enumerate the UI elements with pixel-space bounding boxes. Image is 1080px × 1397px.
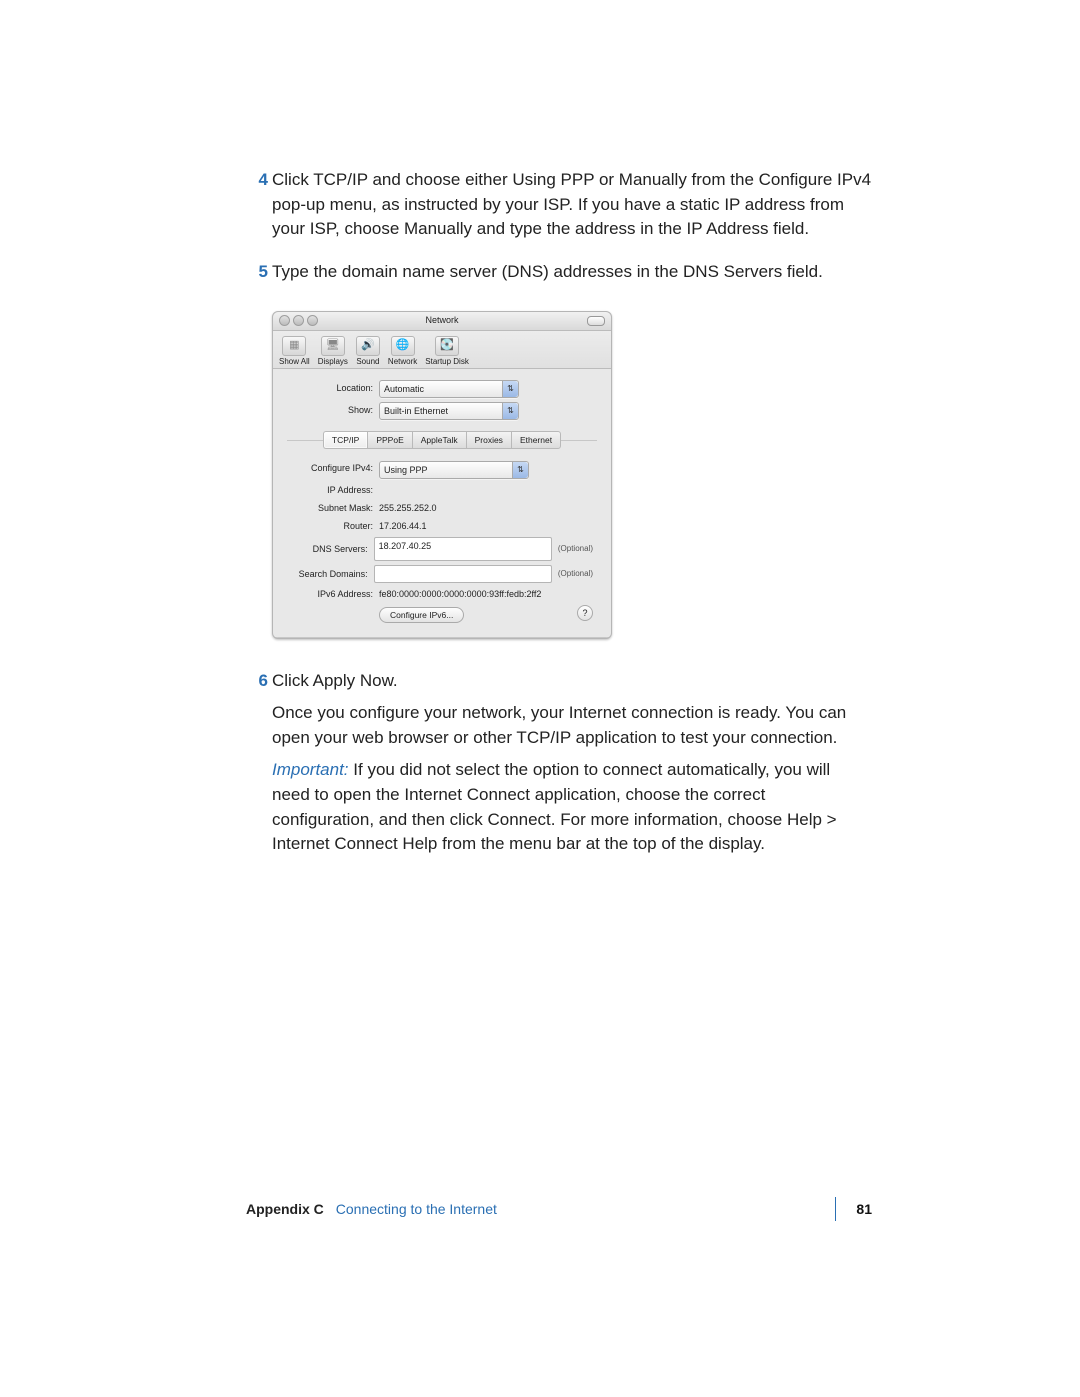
chevron-updown-icon: ⇅	[502, 403, 518, 419]
display-icon: 🖥	[321, 336, 345, 356]
step-body: Type the domain name server (DNS) addres…	[272, 260, 872, 293]
show-label: Show:	[273, 404, 379, 417]
step-text: Click Apply Now.	[272, 669, 872, 694]
configure-ipv4-select[interactable]: Using PPP ⇅	[379, 461, 529, 479]
step-4: 4 Click TCP/IP and choose either Using P…	[246, 168, 872, 250]
configure-ipv4-value: Using PPP	[384, 465, 428, 475]
tab-tcpip[interactable]: TCP/IP	[323, 431, 367, 449]
toolbar-label: Sound	[356, 356, 379, 368]
window-title: Network	[273, 314, 611, 327]
window-toolbar: ▦ Show All 🖥 Displays 🔊 Sound 🌐 Network …	[273, 331, 611, 369]
step-5: 5 Type the domain name server (DNS) addr…	[246, 260, 872, 293]
step-text: Type the domain name server (DNS) addres…	[272, 260, 872, 285]
show-value: Built-in Ethernet	[384, 406, 448, 416]
dns-servers-input[interactable]: 18.207.40.25	[374, 537, 552, 561]
window-body: Location: Automatic ⇅ Show: Built-in Eth…	[273, 369, 611, 639]
ipv6-address-value: fe80:0000:0000:0000:0000:93ff:fedb:2ff2	[379, 587, 541, 601]
page-footer: Appendix C Connecting to the Internet 81	[246, 1197, 872, 1221]
toolbar-label: Show All	[279, 356, 310, 368]
ip-address-label: IP Address:	[291, 483, 379, 497]
toolbar-displays[interactable]: 🖥 Displays	[318, 336, 348, 368]
grid-icon: ▦	[282, 336, 306, 356]
network-window: Network ▦ Show All 🖥 Displays 🔊 Sound 🌐 …	[272, 311, 612, 639]
optional-label: (Optional)	[552, 568, 593, 580]
toolbar-label: Displays	[318, 356, 348, 368]
ipv6-address-label: IPv6 Address:	[291, 587, 379, 601]
search-domains-input[interactable]	[374, 565, 552, 583]
page-number: 81	[835, 1197, 872, 1221]
toolbar-pill-icon[interactable]	[587, 316, 605, 326]
toolbar-sound[interactable]: 🔊 Sound	[356, 336, 380, 368]
show-select[interactable]: Built-in Ethernet ⇅	[379, 402, 519, 420]
tab-appletalk[interactable]: AppleTalk	[412, 431, 466, 449]
toolbar-label: Startup Disk	[425, 356, 469, 368]
location-value: Automatic	[384, 384, 424, 394]
toolbar-show-all[interactable]: ▦ Show All	[279, 336, 310, 368]
chevron-updown-icon: ⇅	[502, 381, 518, 397]
step-paragraph: Once you configure your network, your In…	[272, 701, 872, 750]
speaker-icon: 🔊	[356, 336, 380, 356]
toolbar-label: Network	[388, 356, 417, 368]
configure-ipv6-button[interactable]: Configure IPv6...	[379, 607, 464, 623]
dns-servers-label: DNS Servers:	[291, 542, 374, 556]
step-number: 5	[246, 260, 272, 293]
tcpip-panel: Configure IPv4: Using PPP ⇅ IP Address: …	[273, 455, 611, 631]
step-number: 4	[246, 168, 272, 250]
toolbar-network[interactable]: 🌐 Network	[388, 336, 417, 368]
help-icon[interactable]: ?	[577, 605, 593, 621]
step-body: Click TCP/IP and choose either Using PPP…	[272, 168, 872, 250]
appendix-label: Appendix C	[246, 1199, 324, 1219]
step-number: 6	[246, 669, 272, 865]
router-label: Router:	[291, 519, 379, 533]
subnet-mask-value: 255.255.252.0	[379, 501, 437, 515]
globe-icon: 🌐	[391, 336, 415, 356]
step-text: Click TCP/IP and choose either Using PPP…	[272, 168, 872, 242]
dns-servers-value: 18.207.40.25	[379, 541, 432, 551]
tab-pppoe[interactable]: PPPoE	[367, 431, 411, 449]
protocol-tabs: TCP/IP PPPoE AppleTalk Proxies Ethernet	[287, 431, 597, 449]
router-value: 17.206.44.1	[379, 519, 427, 533]
tab-proxies[interactable]: Proxies	[466, 431, 511, 449]
important-body: If you did not select the option to conn…	[272, 760, 837, 853]
disk-icon: 💽	[435, 336, 459, 356]
configure-ipv4-label: Configure IPv4:	[291, 461, 379, 475]
subnet-mask-label: Subnet Mask:	[291, 501, 379, 515]
search-domains-label: Search Domains:	[291, 567, 374, 581]
step-6: 6 Click Apply Now. Once you configure yo…	[246, 669, 872, 865]
chevron-updown-icon: ⇅	[512, 462, 528, 478]
step-body: Click Apply Now. Once you configure your…	[272, 669, 872, 865]
optional-label: (Optional)	[552, 543, 593, 555]
location-select[interactable]: Automatic ⇅	[379, 380, 519, 398]
important-label: Important:	[272, 760, 349, 779]
tab-ethernet[interactable]: Ethernet	[511, 431, 561, 449]
toolbar-startup-disk[interactable]: 💽 Startup Disk	[425, 336, 469, 368]
location-label: Location:	[273, 382, 379, 395]
important-note: Important: If you did not select the opt…	[272, 758, 872, 857]
window-titlebar: Network	[273, 312, 611, 331]
appendix-title: Connecting to the Internet	[336, 1199, 497, 1219]
